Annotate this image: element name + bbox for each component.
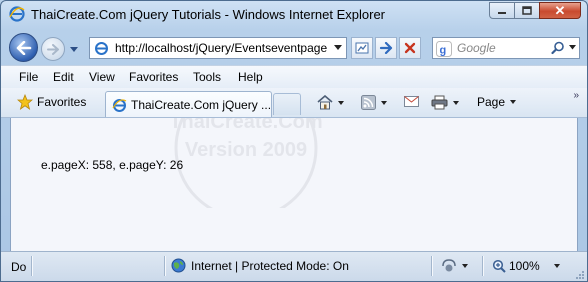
menu-edit[interactable]: Edit xyxy=(53,70,74,84)
print-button[interactable] xyxy=(431,95,459,110)
zone-label: Internet | Protected Mode: On xyxy=(191,258,349,273)
watermark-line-1: ThaiCreate.Com xyxy=(169,118,322,133)
globe-icon xyxy=(171,258,186,273)
maximize-button[interactable] xyxy=(514,2,540,19)
feeds-button[interactable] xyxy=(361,95,387,110)
star-icon xyxy=(17,94,33,110)
zoom-magnifier-icon xyxy=(492,259,506,273)
zoom-control[interactable]: 100% xyxy=(492,259,560,273)
status-bar: Do Internet | Protected Mode: On 100% xyxy=(1,251,587,281)
watermark-line-2: Version 2009 xyxy=(185,139,307,161)
status-text: Do xyxy=(11,260,27,274)
page-menu-button[interactable]: Page xyxy=(477,95,517,109)
navigation-bar: g Google xyxy=(1,31,587,65)
protected-mode-button[interactable] xyxy=(441,259,468,273)
tab-title: ThaiCreate.Com jQuery ... xyxy=(131,98,272,112)
menu-favorites[interactable]: Favorites xyxy=(129,70,178,84)
forward-arrow-icon xyxy=(47,43,59,55)
go-arrow-icon xyxy=(379,42,393,54)
google-icon: g xyxy=(436,41,452,57)
status-separator xyxy=(431,256,433,276)
browser-window: ThaiCreate.Com jQuery Tutorials - Window… xyxy=(0,0,588,282)
status-separator xyxy=(31,256,33,276)
print-dropdown-icon[interactable] xyxy=(453,100,459,105)
stop-button[interactable] xyxy=(399,37,421,59)
page-content: ThaiCreate.Com Version 2009 e.pageX: 558… xyxy=(10,118,578,251)
minimize-button[interactable] xyxy=(489,2,515,19)
caption-buttons: ✕ xyxy=(489,2,581,19)
zoom-level: 100% xyxy=(509,259,540,273)
minimize-icon xyxy=(498,11,506,14)
status-separator xyxy=(482,256,484,276)
back-arrow-icon xyxy=(16,40,31,55)
go-button[interactable] xyxy=(375,37,397,59)
protected-mode-icon xyxy=(442,259,456,272)
printer-icon xyxy=(431,95,448,110)
read-mail-button[interactable] xyxy=(404,95,419,108)
search-box[interactable]: g Google xyxy=(432,37,580,59)
address-input[interactable] xyxy=(115,41,335,55)
more-commands-chevron-icon[interactable]: » xyxy=(573,90,579,101)
close-icon: ✕ xyxy=(554,2,566,18)
title-bar[interactable]: ThaiCreate.Com jQuery Tutorials - Window… xyxy=(1,1,587,27)
resize-grip-icon[interactable] xyxy=(575,270,585,280)
menu-bar: File Edit View Favorites Tools Help xyxy=(1,65,587,89)
stop-x-icon xyxy=(404,42,416,54)
home-button[interactable] xyxy=(317,95,344,110)
home-icon xyxy=(317,95,333,110)
tab-page-icon xyxy=(112,99,127,112)
new-tab-button[interactable] xyxy=(273,93,301,115)
home-dropdown-icon[interactable] xyxy=(338,100,344,105)
search-icon[interactable] xyxy=(551,41,565,55)
svg-text:g: g xyxy=(440,45,447,57)
protected-mode-dropdown-icon xyxy=(462,264,468,268)
page-dropdown-icon xyxy=(510,100,517,104)
close-button[interactable]: ✕ xyxy=(539,2,581,19)
status-separator xyxy=(164,256,166,276)
back-button[interactable] xyxy=(9,33,38,62)
address-bar[interactable] xyxy=(89,37,347,59)
page-coordinates-text: e.pageX: 558, e.pageY: 26 xyxy=(41,158,184,172)
security-zone[interactable]: Internet | Protected Mode: On xyxy=(171,258,349,273)
page-icon xyxy=(95,42,108,55)
search-placeholder: Google xyxy=(457,41,496,55)
rss-feed-icon xyxy=(361,95,376,110)
ie-logo-icon xyxy=(9,6,25,22)
forward-button[interactable] xyxy=(41,37,65,61)
zoom-dropdown-icon[interactable] xyxy=(553,264,560,268)
favorites-label: Favorites xyxy=(37,95,87,109)
search-dropdown-icon[interactable] xyxy=(569,45,576,50)
address-dropdown-icon[interactable] xyxy=(334,45,342,51)
mail-icon xyxy=(404,96,419,107)
menu-tools[interactable]: Tools xyxy=(193,70,221,84)
feeds-dropdown-icon[interactable] xyxy=(381,100,387,105)
maximize-icon xyxy=(522,6,532,15)
favorites-button[interactable]: Favorites xyxy=(17,94,86,110)
tab-active[interactable]: ThaiCreate.Com jQuery ... xyxy=(105,91,272,117)
favorites-bar: Favorites ThaiCreate.Com jQuery ... Page… xyxy=(1,88,587,118)
page-menu-label: Page xyxy=(477,95,506,109)
window-title: ThaiCreate.Com jQuery Tutorials - Window… xyxy=(31,7,386,22)
compatibility-view-button[interactable] xyxy=(351,37,373,59)
history-dropdown-icon[interactable] xyxy=(69,44,79,54)
compatibility-view-icon xyxy=(355,42,369,54)
menu-help[interactable]: Help xyxy=(238,70,263,84)
menu-file[interactable]: File xyxy=(19,70,38,84)
menu-view[interactable]: View xyxy=(89,70,115,84)
